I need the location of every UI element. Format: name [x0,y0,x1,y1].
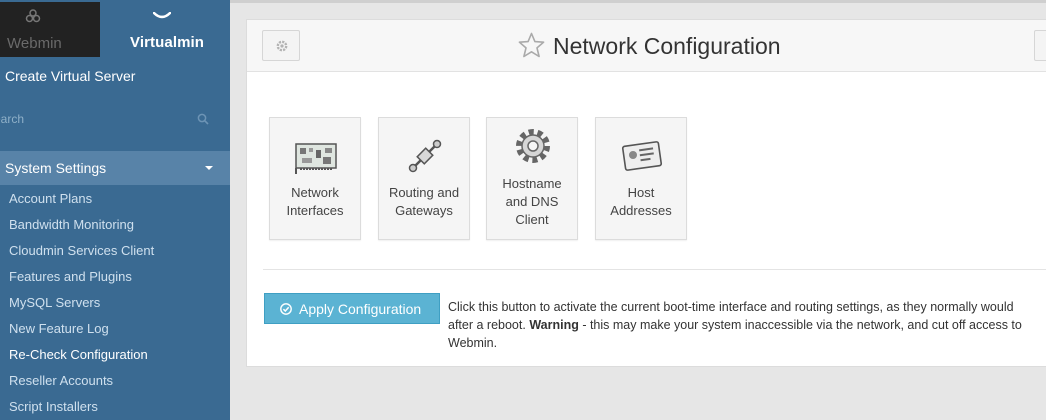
top-border [230,0,1046,3]
product-tabs: Webmin Virtualmin [0,0,230,57]
tile-label-line1: Host [627,185,655,200]
sidebar-item-new-feature-log[interactable]: New Feature Log [9,320,154,346]
sidebar-item-reseller-accounts[interactable]: Reseller Accounts [9,372,154,398]
webmin-logo-icon [25,9,41,23]
desc-line3: Webmin. [448,336,498,350]
module-config-button[interactable] [262,30,300,61]
check-circle-icon [280,303,292,315]
routing-icon [408,139,442,173]
tile-network-interfaces[interactable]: Network Interfaces [269,117,361,240]
tab-webmin[interactable]: Webmin [0,2,100,57]
tile-label-line1: Routing and [388,185,460,200]
search-icon[interactable] [197,113,209,125]
gear-dns-icon [516,129,550,163]
tab-virtualmin-label: Virtualmin [130,34,205,51]
system-settings-section[interactable]: System Settings [0,151,230,185]
page-title: Network Configuration [553,33,781,59]
tile-label-line1: Network [291,185,339,200]
apply-button-label: Apply Configuration [299,301,422,317]
tile-label-line2: Addresses [610,203,672,218]
sidebar-item-cloudmin-services-client[interactable]: Cloudmin Services Client [9,242,154,268]
tile-host-addresses[interactable]: Host Addresses [595,117,687,240]
sidebar-item-mysql-servers[interactable]: MySQL Servers [9,294,154,320]
apply-configuration-button[interactable]: Apply Configuration [264,293,440,324]
tile-routing-and-gateways[interactable]: Routing and Gateways [378,117,470,240]
sidebar-item-re-check-configuration[interactable]: Re-Check Configuration [9,346,154,372]
tab-webmin-label: Webmin [7,35,62,52]
tile-label-line2: and DNS [505,194,559,209]
sidebar-item-bandwidth-monitoring[interactable]: Bandwidth Monitoring [9,216,154,242]
tile-label-line3: Client [515,212,549,227]
sidebar-item-account-plans[interactable]: Account Plans [9,190,154,216]
chevron-down-icon [153,12,171,19]
star-icon[interactable] [518,32,545,59]
main-panel: Network Configuration Network Interfaces… [246,19,1046,367]
sidebar-item-script-installers[interactable]: Script Installers [9,398,154,420]
desc-line1: Click this button to activate the curren… [448,300,1014,314]
address-card-icon [621,141,663,171]
tile-label-line1: Hostname [502,176,562,191]
tab-virtualmin[interactable]: Virtualmin [100,0,230,57]
tile-label-line2: Interfaces [286,203,344,218]
sidebar-search [0,103,230,133]
desc-line2-a: after a reboot. [448,318,530,332]
tile-label-line2: Gateways [395,203,453,218]
warning-label: Warning [529,318,579,332]
sidebar-item-features-and-plugins[interactable]: Features and Plugins [9,268,154,294]
panel-header: Network Configuration [247,20,1046,72]
tile-hostname-and-dns-client[interactable]: Hostname and DNS Client [486,117,578,240]
create-virtual-server-link[interactable]: Create Virtual Server [5,68,135,84]
system-settings-menu: Account Plans Bandwidth Monitoring Cloud… [9,190,154,420]
section-label: System Settings [5,160,107,176]
caret-down-icon [205,166,213,170]
sidebar: Webmin Virtualmin Create Virtual Server … [0,0,230,420]
desc-line2-b: - this may make your system inaccessible… [578,318,1022,332]
divider [263,269,1046,270]
search-input[interactable] [0,109,186,129]
gear-icon [276,40,288,52]
apply-description: Click this button to activate the curren… [448,298,1046,352]
desc-line2: after a reboot. Warning - this may make … [448,316,1046,334]
header-right-button[interactable] [1034,30,1046,61]
network-card-icon [295,143,337,174]
